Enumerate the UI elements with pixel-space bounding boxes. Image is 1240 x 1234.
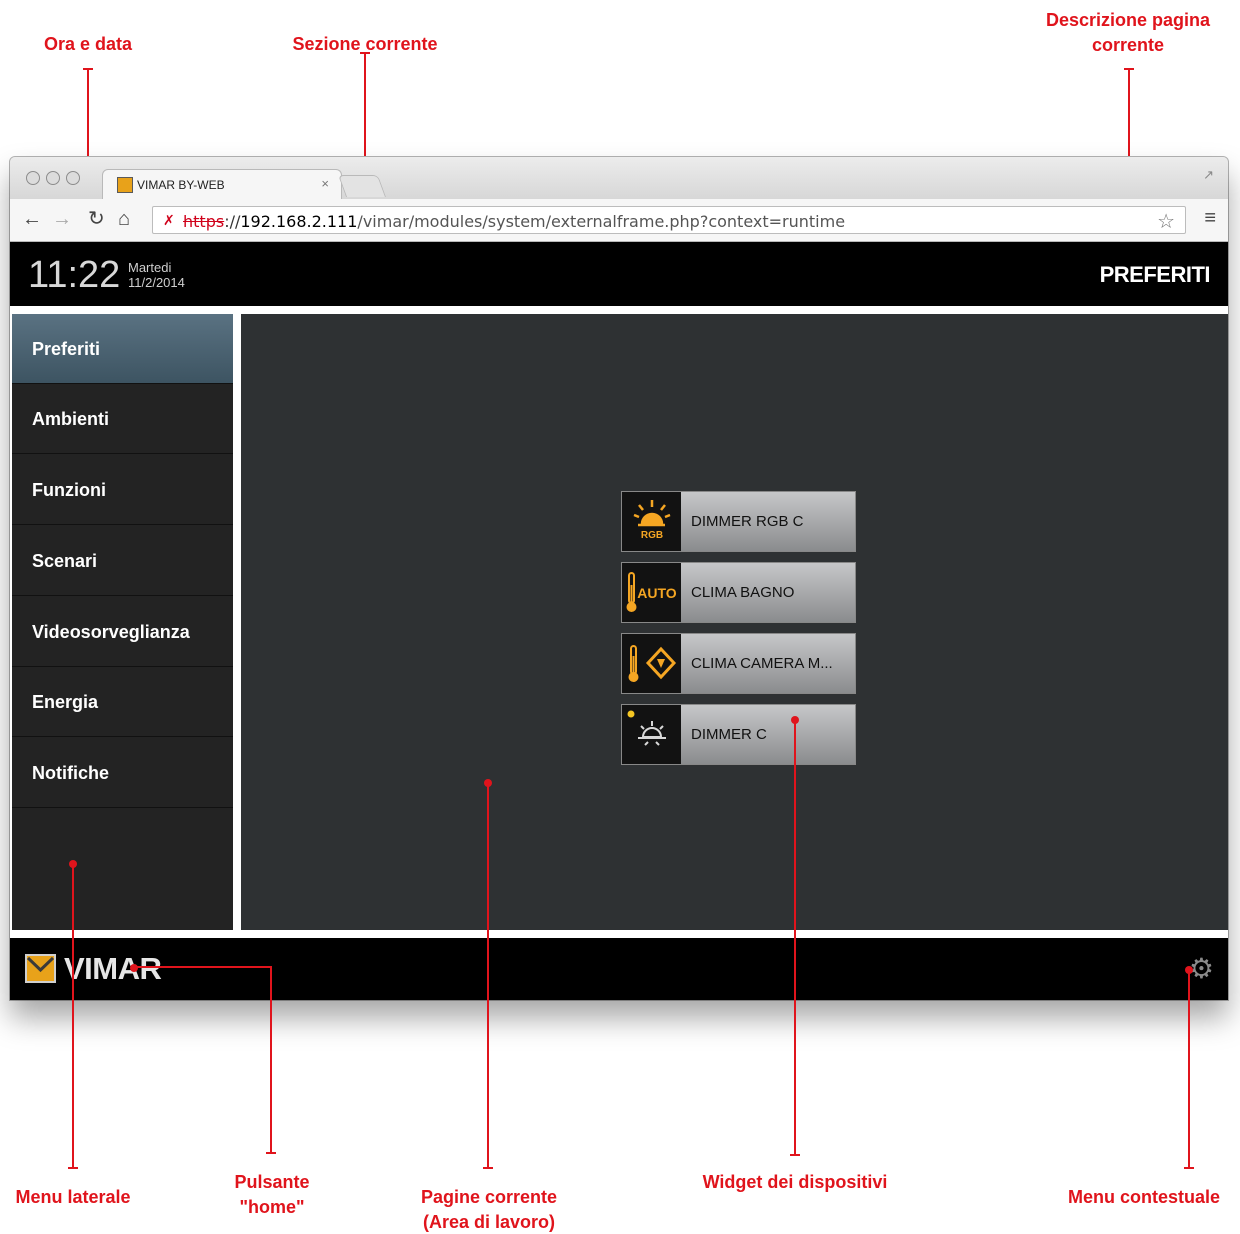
light-bulb-icon	[622, 705, 681, 764]
callout-tick	[266, 1152, 276, 1154]
thermometer-manual-icon	[622, 634, 681, 693]
zoom-window-button[interactable]	[66, 171, 80, 185]
sidebar-item-preferiti[interactable]: Preferiti	[12, 314, 233, 384]
address-bar[interactable]: ✗ https://192.168.2.111/vimar/modules/sy…	[152, 206, 1186, 234]
callout-descrizione-line2: corrente	[1091, 35, 1165, 55]
widget-label: DIMMER C	[681, 705, 855, 764]
tab-title: VIMAR BY-WEB	[137, 178, 225, 192]
fullscreen-icon[interactable]: ↗	[1203, 167, 1214, 183]
url-scheme: https	[183, 212, 225, 231]
insecure-lock-icon: ✗	[163, 212, 175, 228]
callout-pulsante-line2: "home"	[239, 1197, 305, 1217]
callout-tick	[68, 1167, 78, 1169]
vimar-logo-icon[interactable]	[25, 954, 56, 983]
vimar-favicon-icon	[117, 177, 133, 193]
callout-tick	[1184, 1167, 1194, 1169]
home-button[interactable]: VIMAR	[64, 951, 162, 987]
callout-line	[134, 966, 272, 968]
callout-line	[72, 864, 74, 1169]
tab-close-icon[interactable]: ×	[321, 176, 329, 191]
page: Ora e data Sezione corrente Descrizione …	[0, 0, 1240, 1234]
side-menu: Preferiti Ambienti Funzioni Scenari Vide…	[12, 314, 233, 930]
app-footer: VIMAR ⚙	[10, 938, 1228, 1000]
vimar-app: 11:22 Martedi 11/2/2014 PREFERITI Prefer…	[10, 242, 1228, 1000]
reload-icon[interactable]: ↻	[88, 207, 105, 231]
work-area: RGB DIMMER RGB C AUTO CLIMA BAGNO CLIMA …	[241, 314, 1228, 930]
callout-pagine-line2: (Area di lavoro)	[422, 1212, 556, 1232]
device-widget[interactable]: CLIMA CAMERA M...	[621, 633, 856, 694]
callout-tick	[483, 1167, 493, 1169]
callout-line	[1188, 970, 1190, 1169]
page-title: PREFERITI	[1099, 262, 1211, 287]
callout-tick	[790, 1154, 800, 1156]
callout-line	[487, 783, 489, 1169]
sidebar-item-energia[interactable]: Energia	[12, 667, 233, 737]
tab-strip: VIMAR BY-WEB × ↗	[10, 157, 1228, 199]
sidebar-item-scenari[interactable]: Scenari	[12, 526, 233, 596]
callout-menu-contestuale: Menu contestuale	[1067, 1187, 1221, 1207]
widget-label: CLIMA CAMERA M...	[681, 634, 855, 693]
sidebar-item-funzioni[interactable]: Funzioni	[12, 455, 233, 525]
callout-descrizione-line1: Descrizione pagina	[1045, 10, 1211, 30]
rgb-light-icon: RGB	[622, 492, 681, 551]
sidebar-item-ambienti[interactable]: Ambienti	[12, 384, 233, 454]
widget-icon-text: AUTO	[637, 585, 677, 601]
callout-menu-laterale: Menu laterale	[15, 1187, 131, 1207]
device-widget[interactable]: RGB DIMMER RGB C	[621, 491, 856, 552]
callout-pagine-line1: Pagine corrente	[420, 1187, 558, 1207]
browser-menu-icon[interactable]: ≡	[1204, 207, 1216, 230]
widget-label: CLIMA BAGNO	[681, 563, 855, 622]
close-window-button[interactable]	[26, 171, 40, 185]
app-header: 11:22 Martedi 11/2/2014 PREFERITI	[10, 242, 1228, 306]
clock-time: 11:22	[28, 254, 121, 296]
clock-date: 11/2/2014	[128, 275, 185, 290]
callout-descrizione-pagina: Descrizione pagina corrente	[1028, 8, 1228, 58]
callout-pulsante-home: Pulsante "home"	[212, 1170, 332, 1220]
callout-line	[270, 966, 272, 1153]
url-text: https://192.168.2.111/vimar/modules/syst…	[183, 212, 845, 231]
callout-pagine-corrente: Pagine corrente (Area di lavoro)	[400, 1185, 578, 1234]
url-separator: ://	[224, 212, 241, 231]
device-widget[interactable]: AUTO CLIMA BAGNO	[621, 562, 856, 623]
back-arrow-icon[interactable]: ←	[22, 207, 42, 231]
callout-pulsante-line1: Pulsante	[234, 1172, 310, 1192]
sidebar-item-notifiche[interactable]: Notifiche	[12, 738, 233, 808]
callout-line	[794, 720, 796, 1156]
device-widget[interactable]: DIMMER C	[621, 704, 856, 765]
home-icon[interactable]: ⌂	[118, 207, 130, 231]
sidebar-item-videosorveglianza[interactable]: Videosorveglianza	[12, 597, 233, 667]
thermometer-auto-icon: AUTO	[622, 563, 681, 622]
browser-tab[interactable]: VIMAR BY-WEB ×	[102, 169, 342, 199]
url-path: /vimar/modules/system/externalframe.php?…	[357, 212, 846, 231]
callout-widget-dispositivi: Widget dei dispositivi	[702, 1172, 888, 1192]
bookmark-star-icon[interactable]: ☆	[1157, 209, 1175, 234]
browser-toolbar: ← → ↻ ⌂ ✗ https://192.168.2.111/vimar/mo…	[10, 199, 1228, 242]
widget-icon-text: RGB	[641, 530, 663, 541]
clock-weekday: Martedi	[128, 260, 172, 275]
minimize-window-button[interactable]	[46, 171, 60, 185]
url-host: 192.168.2.111	[240, 212, 358, 231]
widget-label: DIMMER RGB C	[681, 492, 855, 551]
browser-window: VIMAR BY-WEB × ↗ ← → ↻ ⌂ ✗ https://192.1…	[10, 157, 1228, 1000]
callout-ora-data: Ora e data	[43, 34, 133, 54]
new-tab-button[interactable]	[337, 175, 387, 197]
forward-arrow-icon[interactable]: →	[52, 207, 72, 231]
